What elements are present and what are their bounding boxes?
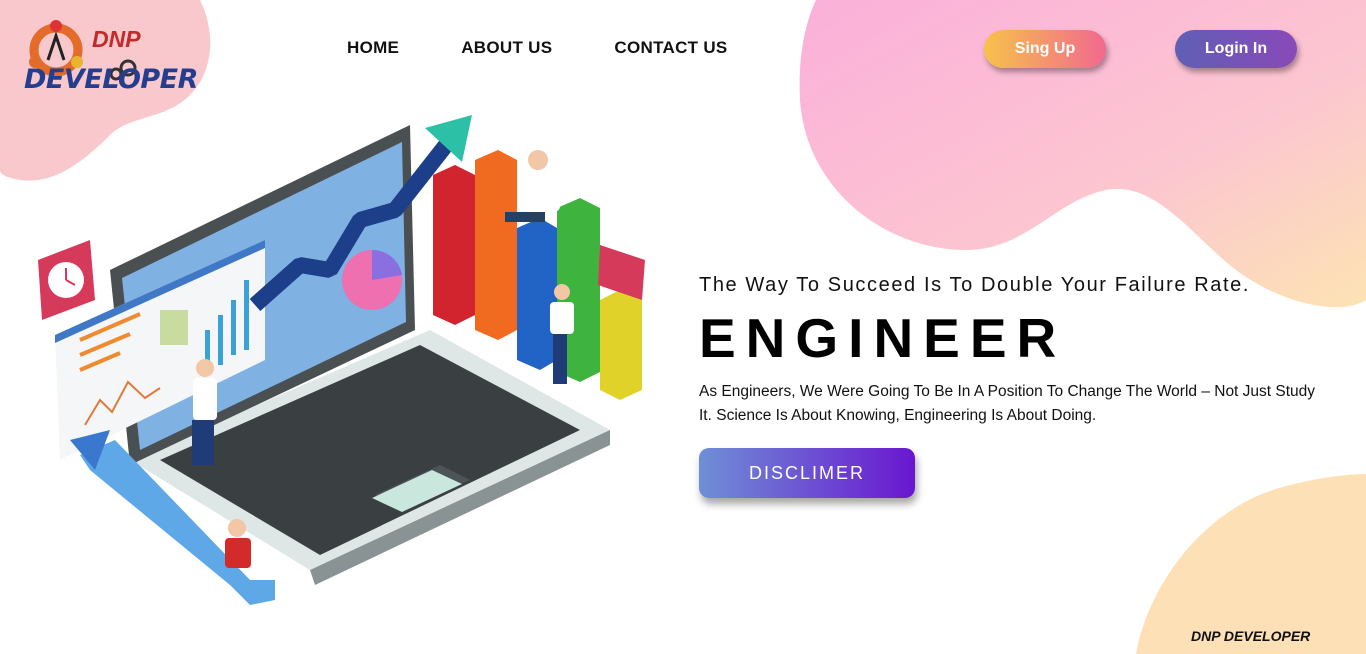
disclaimer-button[interactable]: DISCLIMER [699, 448, 915, 498]
hero-headline: ENGINEER [699, 307, 1067, 369]
signup-button[interactable]: Sing Up [984, 30, 1106, 68]
engineering-illustration [38, 115, 645, 605]
hero-tagline: The Way To Succeed Is To Double Your Fai… [699, 274, 1251, 296]
logo-dnp-text: DNP [92, 26, 141, 52]
hero-description: As Engineers, We Were Going To Be In A P… [699, 383, 1316, 424]
nav-home[interactable]: HOME [347, 38, 399, 58]
footer-brand: DNP DEVELOPER [1191, 628, 1311, 644]
bottom-right-blob [1136, 474, 1366, 654]
nav-contact[interactable]: CONTACT US [614, 38, 727, 58]
login-button[interactable]: Login In [1175, 30, 1297, 68]
logo-developer-text: DEVELOPER [24, 64, 198, 95]
nav-about[interactable]: ABOUT US [461, 38, 552, 58]
main-nav: HOME ABOUT US CONTACT US [347, 38, 728, 58]
